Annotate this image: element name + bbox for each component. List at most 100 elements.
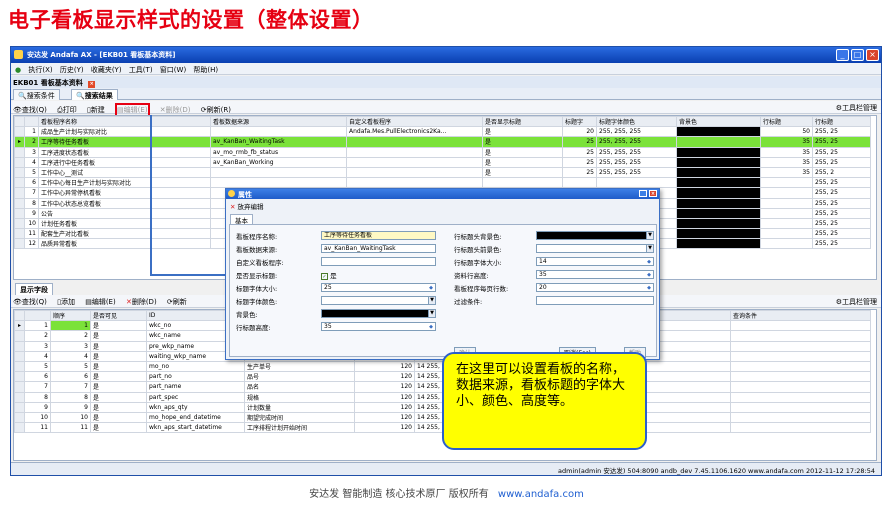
cell-size[interactable] [562, 177, 597, 189]
column-header[interactable]: 查询条件 [730, 310, 871, 322]
dialog-maximize-button[interactable] [639, 190, 647, 197]
cell-color[interactable]: 255, 255, 255 [596, 166, 677, 179]
cell-h[interactable]: 35 [760, 136, 813, 148]
cell-custom[interactable] [346, 146, 483, 158]
cell-h2[interactable]: 255, 25 [812, 136, 871, 148]
cell-h2[interactable]: 255, 25 [812, 207, 871, 219]
cell-ord[interactable]: 9 [50, 401, 91, 413]
cell-vis[interactable]: 是 [90, 391, 147, 403]
cell-no[interactable]: 12 [24, 238, 39, 250]
cell-cap[interactable]: 品号 [244, 371, 355, 383]
cell-id[interactable]: part_no [146, 371, 245, 383]
row-indicator[interactable] [14, 177, 25, 189]
row-header-font-size-field[interactable]: 14 ◆ [536, 257, 654, 266]
cell-ord[interactable]: 5 [50, 360, 91, 373]
color-swatch[interactable] [676, 126, 761, 138]
cell-vis[interactable]: 是 [90, 350, 147, 362]
cell-no[interactable]: 11 [24, 228, 39, 240]
color-swatch[interactable] [676, 217, 761, 230]
cell[interactable] [14, 360, 25, 373]
cell[interactable] [14, 422, 25, 434]
cell-name[interactable]: 工作中心状态总览看板 [38, 197, 211, 209]
cell[interactable] [14, 350, 25, 362]
cell-vis[interactable]: 是 [90, 340, 147, 352]
chevron-down-icon[interactable]: ▼ [428, 297, 435, 304]
color-swatch[interactable] [676, 146, 761, 158]
table-row[interactable]: 5 工作中心__测试 是 25 255, 255, 255 35 255, 2 [14, 166, 871, 179]
cell-no[interactable]: 1 [24, 126, 39, 138]
cell-vis[interactable]: 是 [90, 411, 147, 424]
cell-color[interactable]: 255, 255, 255 [596, 126, 677, 138]
cell-size[interactable]: 25 [562, 156, 597, 168]
menu-execute[interactable]: 执行(X) [28, 65, 52, 75]
spinner-icon[interactable]: ◆ [646, 285, 652, 291]
cell-no[interactable]: 5 [24, 360, 51, 373]
menu-window[interactable]: 窗口(W) [160, 65, 186, 75]
custom-program-field[interactable] [321, 257, 436, 266]
cell-id[interactable]: mo_no [146, 360, 245, 373]
cell-h[interactable] [760, 228, 813, 240]
find-button[interactable]: 👁查找(Q) [13, 105, 47, 115]
cell-no[interactable]: 10 [24, 411, 51, 424]
cell-source[interactable] [210, 177, 347, 189]
cell-no[interactable]: 10 [24, 217, 39, 230]
cell-h2[interactable]: 255, 25 [812, 217, 871, 230]
row-indicator[interactable] [14, 126, 25, 138]
cell-h[interactable]: 35 [760, 156, 813, 168]
cell[interactable] [730, 350, 871, 362]
cell-no[interactable]: 3 [24, 340, 51, 352]
cell-vis[interactable]: 是 [90, 381, 147, 393]
sub-add-button[interactable]: ▯添加 [57, 297, 75, 307]
color-swatch[interactable] [676, 136, 761, 148]
cell-h[interactable]: 35 [760, 166, 813, 179]
cell[interactable] [730, 320, 871, 332]
cell-h2[interactable]: 255, 25 [812, 228, 871, 240]
cell-ord[interactable]: 6 [50, 371, 91, 383]
cell-h2[interactable]: 255, 2 [812, 166, 871, 179]
row-indicator[interactable] [14, 207, 25, 219]
new-button[interactable]: ▯新建 [87, 105, 105, 115]
cell-h[interactable] [760, 197, 813, 209]
cell[interactable] [730, 381, 871, 393]
cell-ord[interactable]: 1 [50, 320, 91, 332]
cell-show[interactable]: 是 [482, 126, 563, 138]
cell-id[interactable]: wkn_aps_start_datetime [146, 422, 245, 434]
program-name-field[interactable]: 工序等待任务看板 [321, 231, 436, 240]
cell[interactable] [730, 391, 871, 403]
spinner-icon[interactable]: ◆ [646, 259, 652, 265]
cell-w[interactable]: 120 [354, 381, 415, 393]
cell[interactable] [14, 371, 25, 383]
table-row[interactable]: 4 工序进行中任务看板 av_KanBan_Working 是 25 255, 255, … [14, 156, 871, 168]
cell-color[interactable]: 255, 255, 255 [596, 146, 677, 158]
spinner-icon[interactable]: ◆ [646, 272, 652, 278]
cell-show[interactable]: 是 [482, 166, 563, 179]
color-swatch[interactable] [676, 187, 761, 199]
color-swatch[interactable] [676, 207, 761, 219]
filter-field[interactable] [536, 296, 654, 305]
cell-custom[interactable] [346, 166, 483, 179]
cell-no[interactable]: 6 [24, 371, 51, 383]
column-header[interactable]: 看板程序名称 [38, 116, 211, 128]
cell-id[interactable]: part_name [146, 381, 245, 393]
cell[interactable] [730, 411, 871, 424]
cell-cap[interactable]: 计划数量 [244, 401, 355, 413]
cell-h[interactable]: 50 [760, 126, 813, 138]
cell-size[interactable]: 25 [562, 136, 597, 148]
cell-h[interactable] [760, 207, 813, 219]
chevron-down-icon[interactable]: ▼ [646, 232, 653, 239]
menu-history[interactable]: 历史(Y) [60, 65, 84, 75]
cell-name[interactable]: 工序进行中任务看板 [38, 156, 211, 168]
cell-no[interactable]: 11 [24, 422, 51, 434]
cell-name[interactable]: 工序等待任务看板 [38, 136, 211, 148]
cell-h2[interactable]: 255, 25 [812, 177, 871, 189]
cell-no[interactable]: 5 [24, 166, 39, 179]
spinner-icon[interactable]: ◆ [428, 324, 434, 330]
show-title-checkbox[interactable]: ✓ 是 [321, 270, 337, 280]
cell-name[interactable]: 工作中心异常停机看板 [38, 187, 211, 199]
row-indicator[interactable] [14, 156, 25, 168]
row-indicator[interactable]: ▸ [14, 136, 25, 148]
cell-cap[interactable]: 期望完成时间 [244, 411, 355, 424]
cell-no[interactable]: 4 [24, 350, 51, 362]
data-source-field[interactable]: av_KanBan_WaitingTask [321, 244, 436, 253]
cell-cap[interactable]: 规格 [244, 391, 355, 403]
